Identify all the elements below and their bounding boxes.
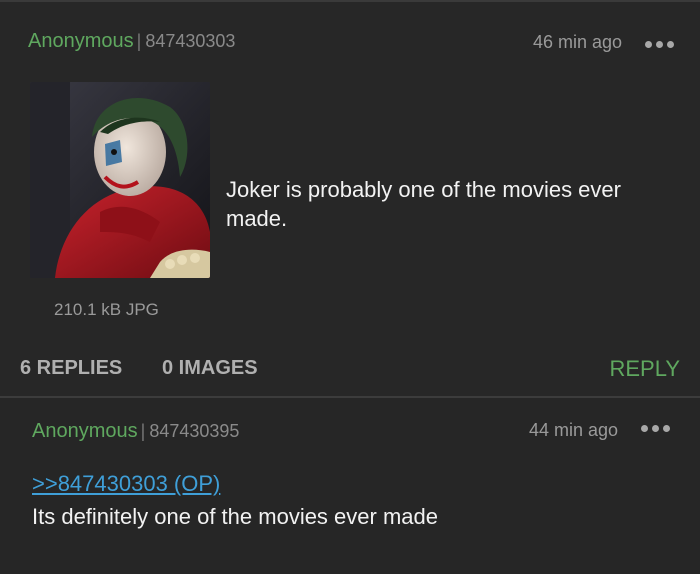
op-post-text: Joker is probably one of the movies ever… (226, 177, 621, 231)
thumbnail-image[interactable] (30, 82, 210, 278)
reply-post-text: Its definitely one of the movies ever ma… (32, 504, 438, 529)
op-post-number[interactable]: 847430303 (145, 31, 235, 51)
op-author-name[interactable]: Anonymous (28, 30, 134, 52)
reply-post-number[interactable]: 847430395 (149, 421, 239, 441)
dot (656, 41, 663, 48)
thread-view: Anonymous | 847430303 46 min ago Joker i… (0, 0, 700, 574)
op-post: Anonymous | 847430303 46 min ago Joker i… (0, 0, 700, 396)
op-timestamp: 46 min ago (532, 32, 622, 52)
reply-author-name[interactable]: Anonymous (32, 420, 138, 442)
dot (645, 41, 652, 48)
op-file-info: 210.1 kB JPG (54, 300, 159, 319)
reply-post-header: Anonymous | 847430395 44 min ago (0, 420, 700, 450)
op-author-line: Anonymous | 847430303 (28, 30, 235, 53)
dot (652, 425, 659, 432)
images-count-button[interactable]: 0 IMAGES (162, 357, 258, 380)
joker-thumbnail-art (30, 82, 210, 278)
quote-link-op[interactable]: >>847430303 (OP) (32, 471, 220, 497)
dot (663, 425, 670, 432)
dot (667, 41, 674, 48)
reply-post: Anonymous | 847430395 44 min ago >>8474303… (0, 396, 700, 574)
more-dots-icon[interactable] (645, 41, 674, 48)
reply-author-line: Anonymous | 847430395 (32, 420, 239, 443)
dot (641, 425, 648, 432)
reply-timestamp: 44 min ago (528, 420, 618, 440)
op-header-separator: | (136, 31, 142, 51)
more-dots-icon[interactable] (641, 425, 670, 432)
reply-header-separator: | (140, 421, 146, 441)
op-post-header: Anonymous | 847430303 46 min ago (0, 30, 700, 60)
reply-button[interactable]: REPLY (609, 356, 680, 382)
replies-count-button[interactable]: 6 REPLIES (20, 357, 122, 380)
